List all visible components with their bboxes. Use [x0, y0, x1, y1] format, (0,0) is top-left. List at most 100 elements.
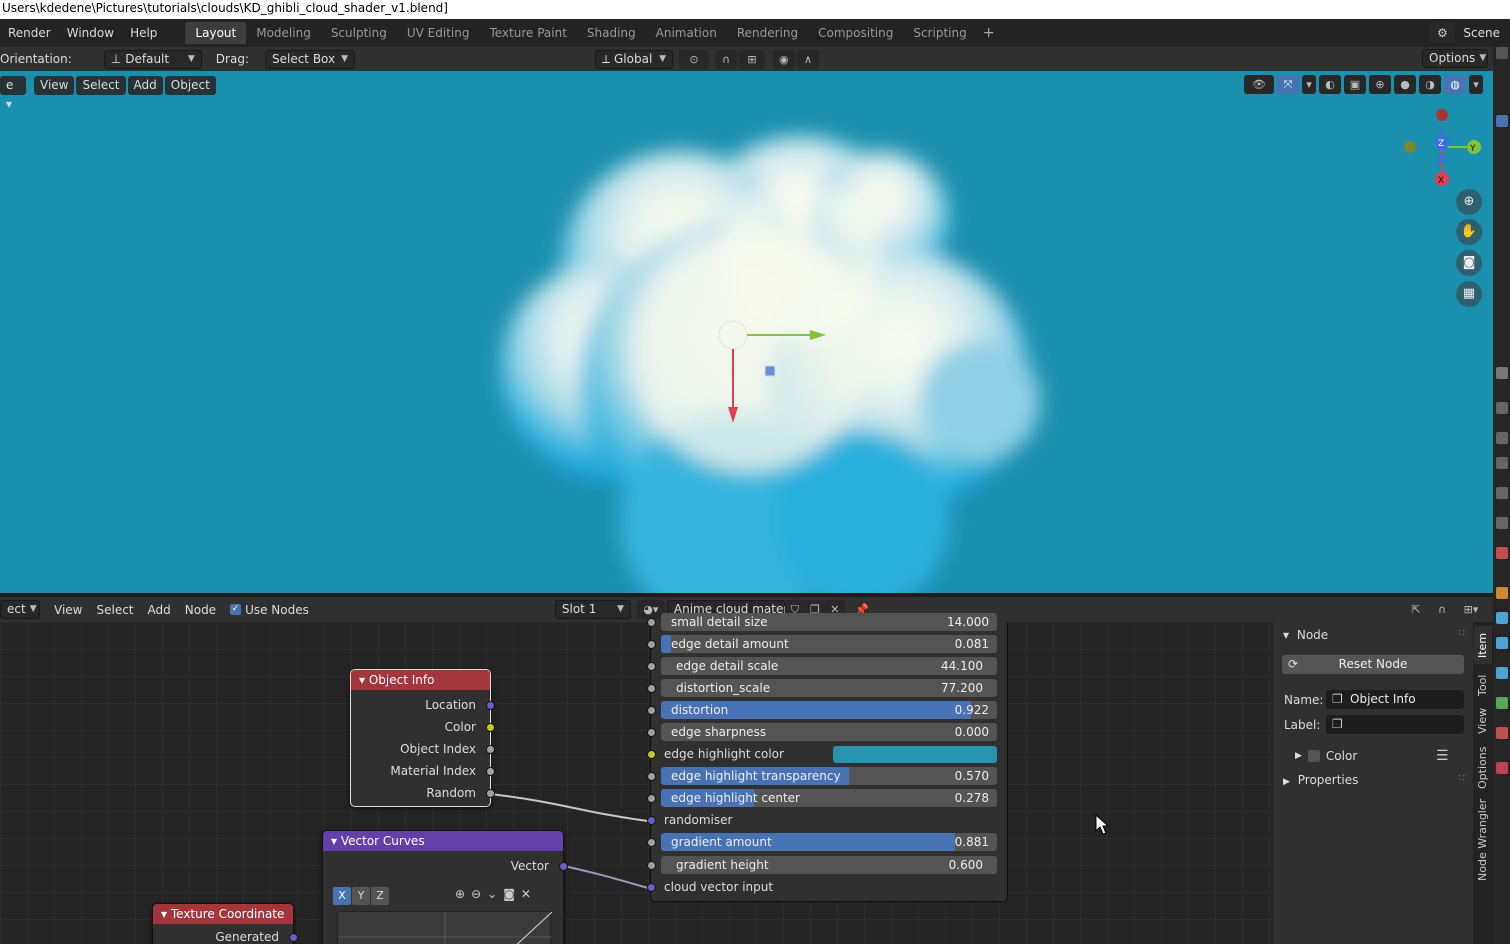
falloff-icon[interactable]: ∧ [796, 49, 819, 69]
mode-dropdown[interactable]: e ▾ [0, 75, 26, 111]
overlay-icon[interactable]: ◐ [1319, 75, 1341, 94]
tab-modeling[interactable]: Modeling [246, 22, 321, 44]
input-edge-highlight-color[interactable]: edge highlight color [647, 743, 1009, 765]
channel-z-button[interactable]: Z [371, 887, 389, 905]
tab-tool[interactable]: Tool [1474, 668, 1492, 702]
socket-small-detail-size[interactable] [647, 618, 656, 627]
proportional-edit-icon[interactable]: ◉ [772, 49, 795, 69]
socket-location[interactable] [486, 701, 495, 710]
chevron-down-icon[interactable]: ▾ [1469, 75, 1483, 94]
tab-animation[interactable]: Animation [646, 22, 727, 44]
pan-hand-icon[interactable]: ✋ [1456, 219, 1482, 245]
object-props-icon[interactable] [1496, 517, 1508, 529]
vector-curves-header[interactable]: ▾ Vector Curves [323, 831, 563, 851]
input-edge-sharpness[interactable]: edge sharpness 0.000 [647, 721, 1009, 743]
input-gradient-amount[interactable]: gradient amount 0.881 [647, 831, 1009, 853]
input-randomiser[interactable]: randomiser [647, 809, 1009, 831]
tab-node-wrangler[interactable]: Node Wrangler [1474, 798, 1492, 882]
view-layer-icon[interactable] [1496, 432, 1508, 444]
data-props-icon[interactable] [1496, 697, 1508, 709]
socket-edge-highlight-color[interactable] [647, 750, 656, 759]
zoom-icon[interactable]: ⊕ [1456, 189, 1482, 215]
tab-shading[interactable]: Shading [577, 22, 646, 44]
collapse-arrow-icon[interactable]: ▾ [359, 673, 365, 687]
socket-gradient-height[interactable] [647, 861, 656, 870]
node-editor-canvas[interactable]: ▾ Object Info Location Color Object Inde… [0, 622, 1273, 944]
orientation-dropdown[interactable]: ⊥ Default ▼ [103, 49, 202, 69]
viewport-menu-select[interactable]: Select [76, 75, 126, 95]
object-info-node[interactable]: ▾ Object Info Location Color Object Inde… [350, 669, 495, 807]
options-dropdown[interactable]: Options ▼ [1422, 49, 1488, 68]
transform-orientation-dropdown[interactable]: ⟂ Global ▼ [594, 49, 673, 69]
object-info-header[interactable]: ▾ Object Info [351, 670, 490, 690]
solid-shading-icon[interactable]: ● [1394, 75, 1416, 94]
physics-props-icon[interactable] [1496, 637, 1508, 649]
cloud-shader-group-node[interactable]: small detail size 14.000 edge detail amou… [647, 613, 1009, 902]
slot-dropdown[interactable]: Slot 1 ▼ [554, 600, 631, 619]
camera-view-icon[interactable]: ◙ [1456, 250, 1482, 276]
viewport-menu-view[interactable]: View [34, 75, 75, 95]
world-props-icon[interactable] [1496, 487, 1508, 499]
parent-tree-icon[interactable]: ⇱ [1405, 600, 1427, 619]
properties-section-header[interactable]: ▶ Properties [1283, 773, 1358, 787]
node-menu-select[interactable]: Select [96, 603, 133, 617]
socket-edge-highlight-center[interactable] [647, 794, 656, 803]
reset-node-button[interactable]: ⟳ Reset Node [1282, 655, 1464, 674]
tab-uv-editing[interactable]: UV Editing [397, 22, 480, 44]
3d-viewport[interactable]: e ▾ View Select Add Object 👁 ⤧ ▾ ◐ ▣ ⊕ ●… [0, 71, 1493, 593]
input-edge-detail-amount[interactable]: edge detail amount 0.081 [647, 633, 1009, 655]
socket-random[interactable] [486, 789, 495, 798]
wireframe-shading-icon[interactable]: ⊕ [1369, 75, 1391, 94]
socket-distortion[interactable] [647, 706, 656, 715]
channel-x-button[interactable]: X [333, 887, 351, 905]
socket-gradient-amount[interactable] [647, 838, 656, 847]
xray-icon[interactable]: ▣ [1344, 75, 1366, 94]
tool-icon[interactable] [1496, 47, 1508, 59]
input-edge-highlight-transparency[interactable]: edge highlight transparency 0.570 [647, 765, 1009, 787]
visibility-icon[interactable]: 👁 [1244, 75, 1274, 94]
input-edge-detail-scale[interactable]: edge detail scale 44.100 [647, 655, 1009, 677]
socket-edge-sharpness[interactable] [647, 728, 656, 737]
transform-gizmo[interactable] [700, 311, 840, 431]
collapse-arrow-icon[interactable]: ▾ [161, 907, 167, 921]
tab-view[interactable]: View [1474, 704, 1492, 738]
material-props-icon[interactable] [1496, 547, 1508, 559]
tab-sculpting[interactable]: Sculpting [321, 22, 397, 44]
name-field[interactable]: ❐ Object Info [1326, 690, 1464, 709]
socket-generated[interactable] [289, 933, 298, 942]
texture-coordinate-node[interactable]: ▾ Texture Coordinate Generated [152, 903, 298, 944]
output-props-icon[interactable] [1496, 402, 1508, 414]
channel-y-button[interactable]: Y [352, 887, 370, 905]
socket-randomiser[interactable] [647, 816, 656, 825]
zoom-out-icon[interactable]: ⊖ [471, 887, 481, 901]
tab-options[interactable]: Options [1474, 742, 1492, 794]
socket-distortion-scale[interactable] [647, 684, 656, 693]
tab-texture-paint[interactable]: Texture Paint [479, 22, 576, 44]
modifier-props-icon[interactable] [1496, 587, 1508, 599]
curve-graph[interactable] [337, 911, 553, 944]
close-icon[interactable]: ✕ [521, 887, 531, 901]
scene-props-icon[interactable] [1496, 457, 1508, 469]
socket-vector[interactable] [559, 862, 568, 871]
input-gradient-height[interactable]: gradient height 0.600 [647, 854, 1009, 876]
socket-edge-detail-scale[interactable] [647, 662, 656, 671]
active-tab-icon[interactable] [1496, 115, 1508, 127]
material-shading-icon[interactable]: ◑ [1419, 75, 1441, 94]
scene-icon[interactable]: ⚙ [1429, 23, 1456, 43]
tab-compositing[interactable]: Compositing [808, 22, 903, 44]
pivot-point-icon[interactable]: ⊙ [678, 49, 709, 69]
node-menu-node[interactable]: Node [185, 603, 216, 617]
rendered-shading-icon[interactable]: ◍ [1444, 75, 1466, 94]
label-field[interactable]: ❐ [1326, 715, 1464, 734]
node-menu-add[interactable]: Add [148, 603, 171, 617]
socket-material-index[interactable] [486, 767, 495, 776]
socket-cloud-vector-input[interactable] [647, 883, 656, 892]
drag-handle-icon[interactable]: ∷ [1459, 773, 1465, 784]
zoom-in-icon[interactable]: ⊕ [455, 887, 465, 901]
input-small-detail-size[interactable]: small detail size 14.000 [647, 611, 1009, 633]
gizmo-toggle-icon[interactable]: ⤧ [1277, 75, 1299, 94]
tab-scripting[interactable]: Scripting [903, 22, 976, 44]
menu-window[interactable]: Window [59, 19, 122, 47]
socket-object-index[interactable] [486, 745, 495, 754]
input-distortion-scale[interactable]: distortion_scale 77.200 [647, 677, 1009, 699]
